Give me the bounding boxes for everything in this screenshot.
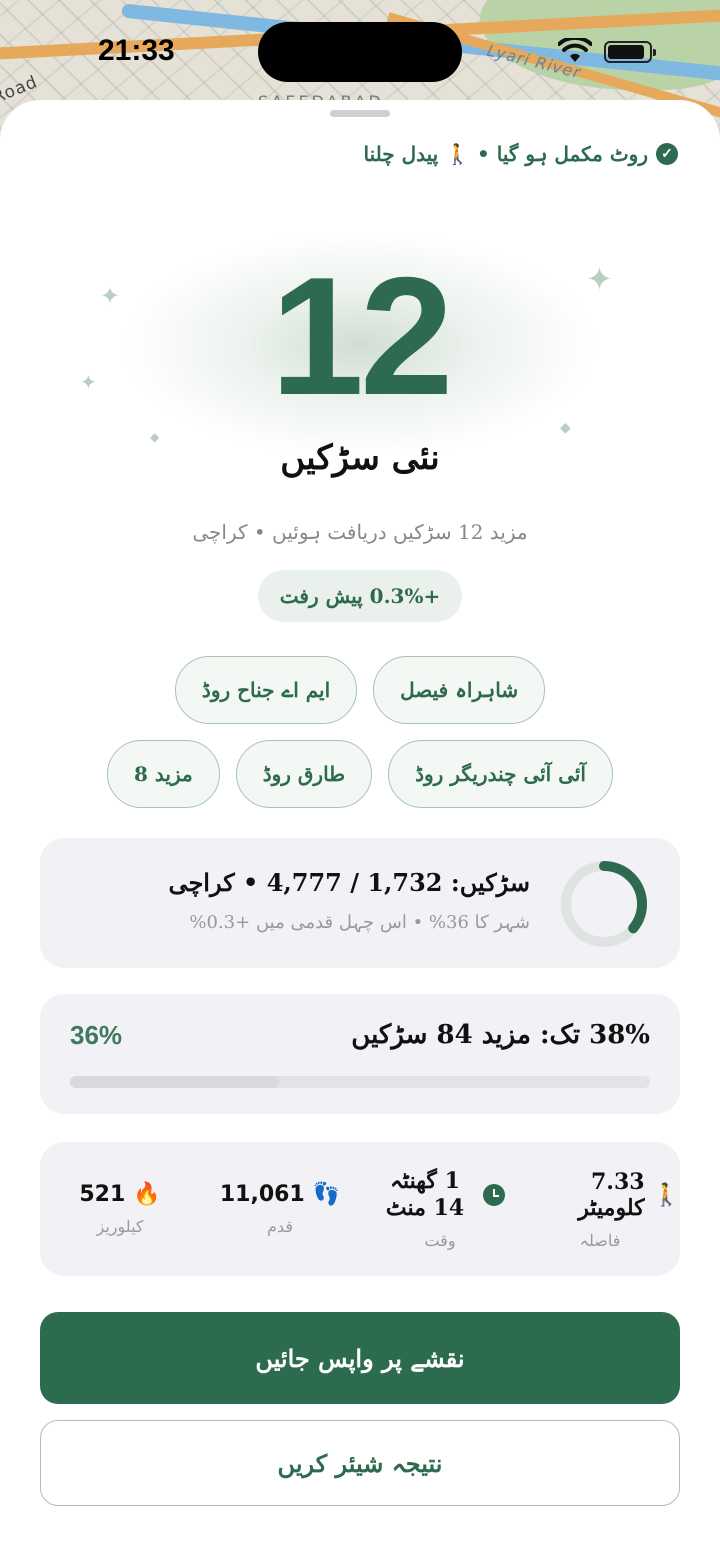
- road-chip[interactable]: طارق روڈ: [235, 740, 373, 808]
- share-result-button[interactable]: نتیجہ شیئر کریں: [40, 1420, 680, 1506]
- route-status: روٹ مکمل ہو گیا • 🚶 پیدل چلنا ✓: [364, 142, 678, 166]
- stat-distance: 🚶 7.33 کلومیٹر فاصلہ: [520, 1142, 680, 1276]
- route-status-text: روٹ مکمل ہو گیا • 🚶 پیدل چلنا: [363, 142, 648, 166]
- stat-time-value: 1 گھنٹہ 14 منٹ: [385, 1168, 465, 1221]
- stat-distance-value: 7.33 کلومیٹر: [578, 1168, 645, 1221]
- stat-calories: 🔥 521 کیلوریز: [40, 1142, 200, 1276]
- city-progress-ring: [561, 861, 647, 947]
- dynamic-island: [258, 22, 462, 82]
- battery-icon: [604, 41, 656, 63]
- road-chip[interactable]: شاہراہ فیصل: [373, 656, 546, 724]
- road-chip[interactable]: ایم اے جناح روڈ: [174, 656, 358, 724]
- stat-calories-label: کیلوریز: [96, 1217, 144, 1236]
- stat-steps-label: قدم: [267, 1217, 293, 1236]
- next-goal-card: 38% تک: مزید 84 سڑکیں 36%: [40, 994, 680, 1114]
- stat-time-label: وقت: [424, 1230, 456, 1250]
- progress-pill: +0.3% پیش رفت: [258, 570, 462, 622]
- discovery-subline: مزید 12 سڑکیں دریافت ہوئیں • کراچی: [192, 520, 528, 544]
- current-percent: 36%: [70, 1020, 123, 1050]
- footsteps-icon: 👣: [312, 1182, 341, 1207]
- city-coverage-detail: شہر کا 36% • اس چہل قدمی میں +0.3%: [189, 912, 530, 933]
- more-roads-chip[interactable]: مزید 8: [107, 740, 220, 808]
- stat-distance-label: فاصلہ: [579, 1230, 621, 1250]
- next-goal-title: 38% تک: مزید 84 سڑکیں: [351, 1020, 650, 1050]
- goal-progress-track: [70, 1076, 650, 1088]
- new-roads-count: 12: [270, 242, 454, 430]
- walk-icon: 🚶: [652, 1181, 680, 1208]
- new-roads-label: نئی سڑکیں: [280, 438, 440, 478]
- status-bar-time: 21:33: [98, 34, 175, 67]
- sheet-grabber[interactable]: [330, 110, 390, 117]
- check-circle-icon: ✓: [656, 143, 678, 165]
- result-sheet: روٹ مکمل ہو گیا • 🚶 پیدل چلنا ✓ ✦ ✦ ◆ ✦ …: [0, 100, 720, 1564]
- road-chip[interactable]: آئی آئی چندریگر روڈ: [388, 740, 613, 808]
- city-roads-summary: سڑکیں: 1,732 / 4,777 • کراچی: [168, 868, 530, 897]
- city-progress-card: سڑکیں: 1,732 / 4,777 • کراچی شہر کا 36% …: [40, 838, 680, 968]
- stat-steps-value: 11,061: [219, 1182, 305, 1207]
- flame-icon: 🔥: [133, 1182, 161, 1207]
- stat-time: 1 گھنٹہ 14 منٹ وقت: [360, 1142, 520, 1276]
- walk-stats-card: 🚶 7.33 کلومیٹر فاصلہ 1 گھنٹہ 14 منٹ وقت 👣…: [40, 1142, 680, 1276]
- wifi-icon: [558, 38, 592, 62]
- back-to-map-button[interactable]: نقشے پر واپس جائیں: [40, 1312, 680, 1404]
- clock-icon: [483, 1183, 505, 1206]
- stat-steps: 👣 11,061 قدم: [200, 1142, 360, 1276]
- stat-calories-value: 521: [79, 1182, 126, 1207]
- goal-progress-fill: [70, 1076, 279, 1088]
- road-chips: شاہراہ فیصل ایم اے جناح روڈ آئی آئی چندر…: [60, 656, 660, 808]
